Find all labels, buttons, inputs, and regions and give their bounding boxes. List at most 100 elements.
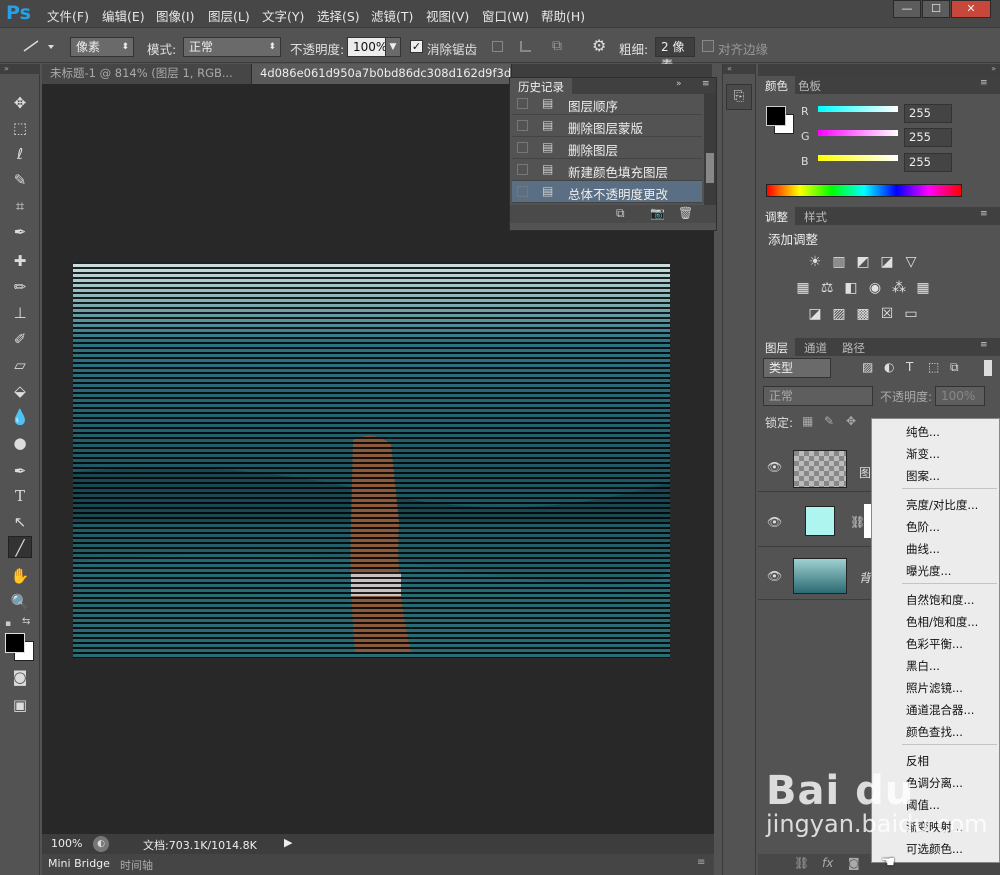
menu-edit[interactable]: 编辑(E) bbox=[102, 6, 145, 25]
history-item-selected[interactable]: ▤ 总体不透明度更改 bbox=[512, 181, 702, 203]
color-balance-icon[interactable]: ⚖ bbox=[818, 280, 836, 296]
chevron-down-icon[interactable]: ▼ bbox=[385, 37, 401, 57]
pen-tool-icon[interactable]: ✒ bbox=[8, 460, 32, 482]
tab-layers[interactable]: 图层 bbox=[758, 338, 795, 358]
history-panel-icon[interactable]: ⎘ bbox=[726, 84, 752, 110]
tab-paths[interactable]: 路径 bbox=[842, 340, 865, 356]
trash-icon[interactable]: 🗑 bbox=[678, 206, 693, 220]
default-colors-icon[interactable]: ▪ bbox=[5, 619, 11, 629]
gradient-map-icon[interactable]: ▭ bbox=[902, 306, 920, 322]
exposure-icon[interactable]: ◪ bbox=[878, 254, 896, 270]
new-document-icon[interactable]: ⧉ bbox=[616, 206, 625, 221]
menu-image[interactable]: 图像(I) bbox=[156, 6, 194, 25]
menu-type[interactable]: 文字(Y) bbox=[262, 6, 304, 25]
minimize-button[interactable]: — bbox=[893, 0, 921, 18]
link-icon[interactable]: ⛓ bbox=[850, 515, 865, 529]
snapshot-checkbox[interactable] bbox=[517, 98, 528, 109]
b-input[interactable]: 255 bbox=[904, 153, 952, 172]
menu-filter[interactable]: 滤镜(T) bbox=[371, 6, 413, 25]
channel-mixer-icon[interactable]: ⁂ bbox=[890, 280, 908, 296]
tab-timeline[interactable]: 时间轴 bbox=[120, 857, 153, 873]
path-arrange-icon[interactable]: ⧉ bbox=[552, 38, 562, 54]
eye-icon[interactable]: 👁 bbox=[767, 460, 782, 474]
menu-view[interactable]: 视图(V) bbox=[426, 6, 469, 25]
mode-select[interactable]: 正常 ⬍ bbox=[183, 37, 281, 57]
snapshot-checkbox[interactable] bbox=[517, 120, 528, 131]
tab-swatches[interactable]: 色板 bbox=[798, 78, 821, 94]
filter-smart-icon[interactable]: ⧉ bbox=[950, 360, 959, 375]
menu-layer[interactable]: 图层(L) bbox=[208, 6, 250, 25]
screen-mode-icon[interactable]: ▣ bbox=[8, 694, 32, 716]
menu-item-channel-mixer[interactable]: 通道混合器... bbox=[906, 702, 974, 718]
menu-item-color-balance[interactable]: 色彩平衡... bbox=[906, 636, 963, 652]
filter-toggle[interactable] bbox=[984, 360, 992, 376]
layer-filter-select[interactable]: 类型 bbox=[763, 358, 831, 378]
brush-tool-icon[interactable]: ✏ bbox=[8, 276, 32, 298]
path-select-icon[interactable]: ↖ bbox=[8, 511, 32, 533]
filter-shape-icon[interactable]: ⬚ bbox=[928, 360, 939, 374]
zoom-level[interactable]: 100% bbox=[51, 837, 82, 850]
menu-item-color-lookup[interactable]: 颜色查找... bbox=[906, 724, 963, 740]
crop-tool-icon[interactable]: ⌗ bbox=[8, 195, 32, 217]
collapse-icon[interactable]: « bbox=[723, 64, 755, 74]
quick-select-icon[interactable]: ✎ bbox=[8, 169, 32, 191]
lasso-tool-icon[interactable]: ℓ bbox=[8, 143, 32, 165]
layer-opacity-input[interactable]: 100% bbox=[935, 386, 985, 406]
blur-tool-icon[interactable]: 💧 bbox=[8, 406, 32, 428]
line-tool-icon[interactable]: ╱ bbox=[8, 536, 32, 558]
menu-item-levels[interactable]: 色阶... bbox=[906, 519, 940, 535]
curves-icon[interactable]: ◩ bbox=[854, 254, 872, 270]
blend-mode-select[interactable]: 正常 bbox=[763, 386, 873, 406]
path-ops-icon[interactable] bbox=[492, 41, 503, 52]
panel-menu-icon[interactable]: ≡ bbox=[980, 78, 988, 88]
threshold-icon[interactable]: ▩ bbox=[854, 306, 872, 322]
maximize-button[interactable]: ☐ bbox=[922, 0, 950, 18]
path-align-icon[interactable] bbox=[520, 41, 531, 52]
eyedropper-icon[interactable]: ✒ bbox=[8, 221, 32, 243]
collapse-icon[interactable]: » bbox=[758, 64, 1000, 76]
add-mask-icon[interactable]: ◙ bbox=[848, 856, 860, 870]
status-menu-arrow-icon[interactable]: ▶ bbox=[284, 836, 292, 849]
menu-item-curves[interactable]: 曲线... bbox=[906, 541, 940, 557]
menu-item-gradient[interactable]: 渐变... bbox=[906, 446, 940, 462]
photo-filter-icon[interactable]: ◉ bbox=[866, 280, 884, 296]
weight-input[interactable]: 2 像素 bbox=[655, 37, 695, 72]
black-white-icon[interactable]: ◧ bbox=[842, 280, 860, 296]
history-item[interactable]: ▤ 删除图层 bbox=[512, 137, 702, 159]
panel-menu-icon[interactable]: ≡ bbox=[980, 340, 988, 350]
menu-item-black-white[interactable]: 黑白... bbox=[906, 658, 940, 674]
type-tool-icon[interactable]: T bbox=[8, 485, 32, 507]
camera-icon[interactable]: 📷 bbox=[650, 206, 665, 220]
menu-item-hue-saturation[interactable]: 色相/饱和度... bbox=[906, 614, 978, 630]
history-brush-icon[interactable]: ✐ bbox=[8, 328, 32, 350]
menu-item-invert[interactable]: 反相 bbox=[906, 753, 929, 769]
color-lookup-icon[interactable]: ▦ bbox=[914, 280, 932, 296]
b-slider[interactable] bbox=[818, 155, 898, 161]
lock-position-icon[interactable]: ✥ bbox=[846, 414, 856, 428]
tab-adjustments[interactable]: 调整 bbox=[758, 207, 795, 227]
color-spectrum[interactable] bbox=[766, 184, 962, 197]
tab-channels[interactable]: 通道 bbox=[804, 340, 827, 356]
menu-item-brightness-contrast[interactable]: 亮度/对比度... bbox=[906, 497, 978, 513]
posterize-icon[interactable]: ▨ bbox=[830, 306, 848, 322]
panel-menu-icon[interactable]: ≡ bbox=[702, 79, 710, 89]
history-item[interactable]: ▤ 图层顺序 bbox=[512, 93, 702, 115]
healing-brush-icon[interactable]: ✚ bbox=[8, 250, 32, 272]
hue-saturation-icon[interactable]: ▦ bbox=[794, 280, 812, 296]
eraser-icon[interactable]: ▱ bbox=[8, 354, 32, 376]
levels-icon[interactable]: ▥ bbox=[830, 254, 848, 270]
link-layers-icon[interactable]: ⛓ bbox=[794, 856, 809, 870]
document-image[interactable] bbox=[73, 262, 670, 658]
line-tool-preset[interactable] bbox=[8, 35, 58, 57]
status-icon[interactable]: ◐ bbox=[93, 836, 109, 852]
close-button[interactable]: ✕ bbox=[951, 0, 991, 18]
tab-styles[interactable]: 样式 bbox=[804, 209, 827, 225]
snapshot-checkbox[interactable] bbox=[517, 142, 528, 153]
menu-item-photo-filter[interactable]: 照片滤镜... bbox=[906, 680, 963, 696]
selective-color-icon[interactable]: ☒ bbox=[878, 306, 896, 322]
fx-icon[interactable]: fx bbox=[822, 856, 833, 870]
quick-mask-icon[interactable]: ◙ bbox=[8, 666, 32, 688]
foreground-color-swatch[interactable] bbox=[766, 106, 786, 126]
invert-icon[interactable]: ◪ bbox=[806, 306, 824, 322]
r-slider[interactable] bbox=[818, 106, 898, 112]
